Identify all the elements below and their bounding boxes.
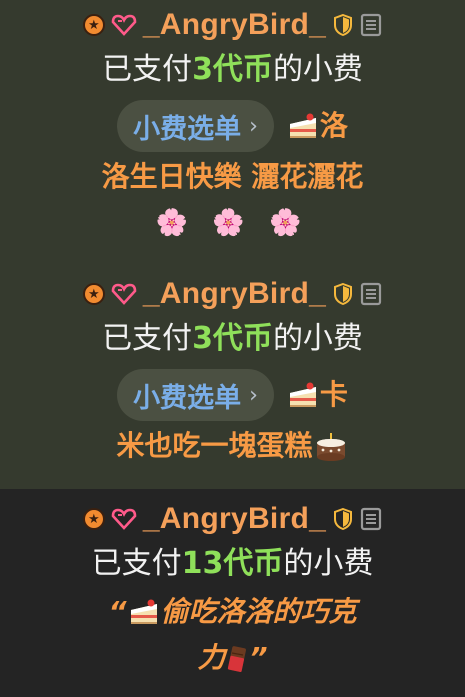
tip-message-text2: 力 xyxy=(197,641,226,674)
user-row: ★ _AngryBird_ xyxy=(0,8,465,42)
tip-entry: ★ _AngryBird_ 已支付3代币的小费 小费选单 › 卡 米也吃一塊蛋糕 xyxy=(0,277,465,467)
cherry-blossom-icons: 🌸 🌸 🌸 xyxy=(155,208,310,238)
paid-prefix: 已支付 xyxy=(91,546,182,581)
chevron-right-icon: › xyxy=(249,382,258,408)
tip-message-line1: “ 偷吃洛洛的巧克 xyxy=(0,590,465,634)
tip-amount: 13代币 xyxy=(181,546,284,581)
tip-entry: ★ _AngryBird_ 已支付3代币的小费 小费选单 › 洛 洛生日快樂 灑… xyxy=(0,8,465,242)
tip-amount: 3代币 xyxy=(192,321,273,356)
username-link[interactable]: _AngryBird_ xyxy=(143,277,326,311)
gift-text-first: 洛 xyxy=(319,109,348,142)
tip-card-dark: ★ _AngryBird_ 已支付13代币的小费 “ 偷吃洛洛的巧克 力 ” xyxy=(0,489,465,697)
gift-text-first: 卡 xyxy=(319,378,348,411)
level-star-icon: ★ xyxy=(82,14,105,36)
paid-prefix: 已支付 xyxy=(102,321,193,356)
shield-icon xyxy=(332,13,354,37)
tip-amount-line: 已支付13代币的小费 xyxy=(0,544,465,584)
tip-amount-line: 已支付3代币的小费 xyxy=(0,319,465,359)
heart-gem-icon xyxy=(111,508,137,530)
tip-amount: 3代币 xyxy=(192,52,273,87)
heart-gem-icon xyxy=(111,283,137,305)
paid-suffix: 的小费 xyxy=(272,321,363,356)
cake-slice-icon xyxy=(286,112,320,142)
gift-item: 卡 xyxy=(286,374,348,416)
tip-menu-button[interactable]: 小费选单 › xyxy=(117,100,274,152)
user-row: ★ _AngryBird_ xyxy=(0,277,465,311)
gift-item: 洛 xyxy=(286,105,348,147)
cake-slice-icon xyxy=(127,598,161,628)
tip-menu-button[interactable]: 小费选单 › xyxy=(117,369,274,421)
shield-icon xyxy=(332,507,354,531)
tip-menu-label: 小费选单 xyxy=(133,382,242,414)
tip-amount-line: 已支付3代币的小费 xyxy=(0,50,465,90)
quote-open: “ xyxy=(108,595,127,628)
username-link[interactable]: _AngryBird_ xyxy=(143,502,326,536)
chevron-right-icon: › xyxy=(249,113,258,139)
birthday-cake-icon xyxy=(313,431,349,463)
paid-suffix: 的小费 xyxy=(272,52,363,87)
gift-row: 小费选单 › 卡 xyxy=(0,369,465,421)
gift-text-second: 米也吃一塊蛋糕 xyxy=(116,429,313,462)
quote-close: ” xyxy=(249,641,268,674)
tip-message-text1: 偷吃洛洛的巧克 xyxy=(160,595,357,628)
level-star-icon: ★ xyxy=(82,283,105,305)
document-icon[interactable] xyxy=(360,282,382,306)
username-link[interactable]: _AngryBird_ xyxy=(143,8,326,42)
tip-entry: ★ _AngryBird_ 已支付13代币的小费 “ 偷吃洛洛的巧克 力 ” xyxy=(0,502,465,680)
tip-menu-label: 小费选单 xyxy=(133,113,242,145)
gift-text-second-line: 米也吃一塊蛋糕 xyxy=(0,425,465,467)
tip-card-olive: ★ _AngryBird_ 已支付3代币的小费 小费选单 › 洛 洛生日快樂 灑… xyxy=(0,0,465,489)
tip-message-line2: 力 ” xyxy=(0,636,465,680)
shield-icon xyxy=(332,282,354,306)
gift-text-second: 洛生日快樂 灑花灑花 xyxy=(101,160,364,193)
paid-suffix: 的小费 xyxy=(283,546,374,581)
user-row: ★ _AngryBird_ xyxy=(0,502,465,536)
heart-gem-icon xyxy=(111,14,137,36)
document-icon[interactable] xyxy=(360,507,382,531)
paid-prefix: 已支付 xyxy=(102,52,193,87)
document-icon[interactable] xyxy=(360,13,382,37)
cake-slice-icon xyxy=(286,381,320,411)
chocolate-bar-icon xyxy=(225,643,249,675)
gift-row: 小费选单 › 洛 xyxy=(0,100,465,152)
level-star-icon: ★ xyxy=(82,508,105,530)
